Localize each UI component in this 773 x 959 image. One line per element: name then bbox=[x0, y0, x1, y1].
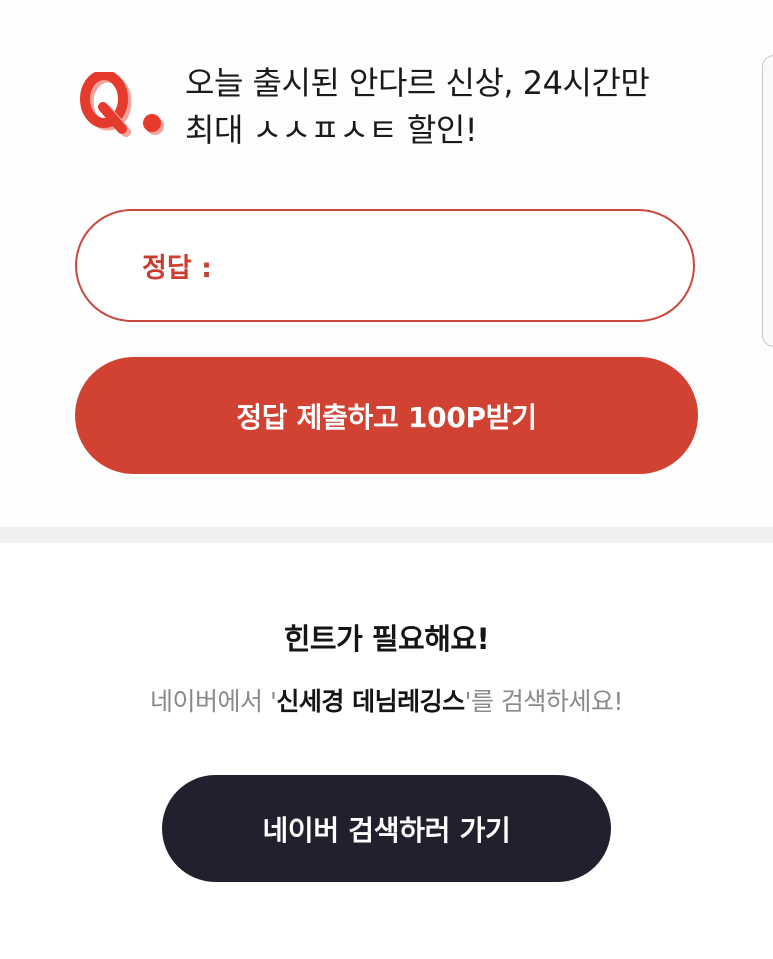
quiz-section: 오늘 출시된 안다르 신상, 24시간만 최대 ㅅㅅㅍㅅㅌ 할인! 정답 : 정… bbox=[0, 0, 773, 527]
hint-text-suffix: '를 검색하세요! bbox=[464, 687, 624, 716]
hint-keyword: 신세경 데님레깅스 bbox=[276, 687, 465, 716]
section-divider bbox=[0, 527, 773, 543]
submit-answer-button[interactable]: 정답 제출하고 100P받기 bbox=[75, 357, 698, 474]
question-line-2: 최대 ㅅㅅㅍㅅㅌ 할인! bbox=[185, 111, 478, 149]
answer-field[interactable]: 정답 : bbox=[75, 209, 695, 322]
hint-title: 힌트가 필요해요! bbox=[283, 622, 490, 656]
scrollbar-thumb[interactable] bbox=[762, 55, 773, 347]
naver-search-button[interactable]: 네이버 검색하러 가기 bbox=[162, 775, 611, 882]
quiz-question: 오늘 출시된 안다르 신상, 24시간만 최대 ㅅㅅㅍㅅㅌ 할인! bbox=[185, 60, 725, 154]
hint-text-prefix: 네이버에서 ' bbox=[150, 687, 277, 716]
answer-input[interactable] bbox=[221, 234, 653, 297]
question-line-1: 오늘 출시된 안다르 신상, 24시간만 bbox=[185, 64, 650, 102]
answer-label: 정답 : bbox=[142, 253, 212, 284]
hint-section: 힌트가 필요해요! 네이버에서 '신세경 데님레깅스'를 검색하세요! 네이버 … bbox=[0, 543, 773, 959]
hint-text: 네이버에서 '신세경 데님레깅스'를 검색하세요! bbox=[0, 682, 773, 718]
q-logo-icon bbox=[80, 72, 164, 137]
